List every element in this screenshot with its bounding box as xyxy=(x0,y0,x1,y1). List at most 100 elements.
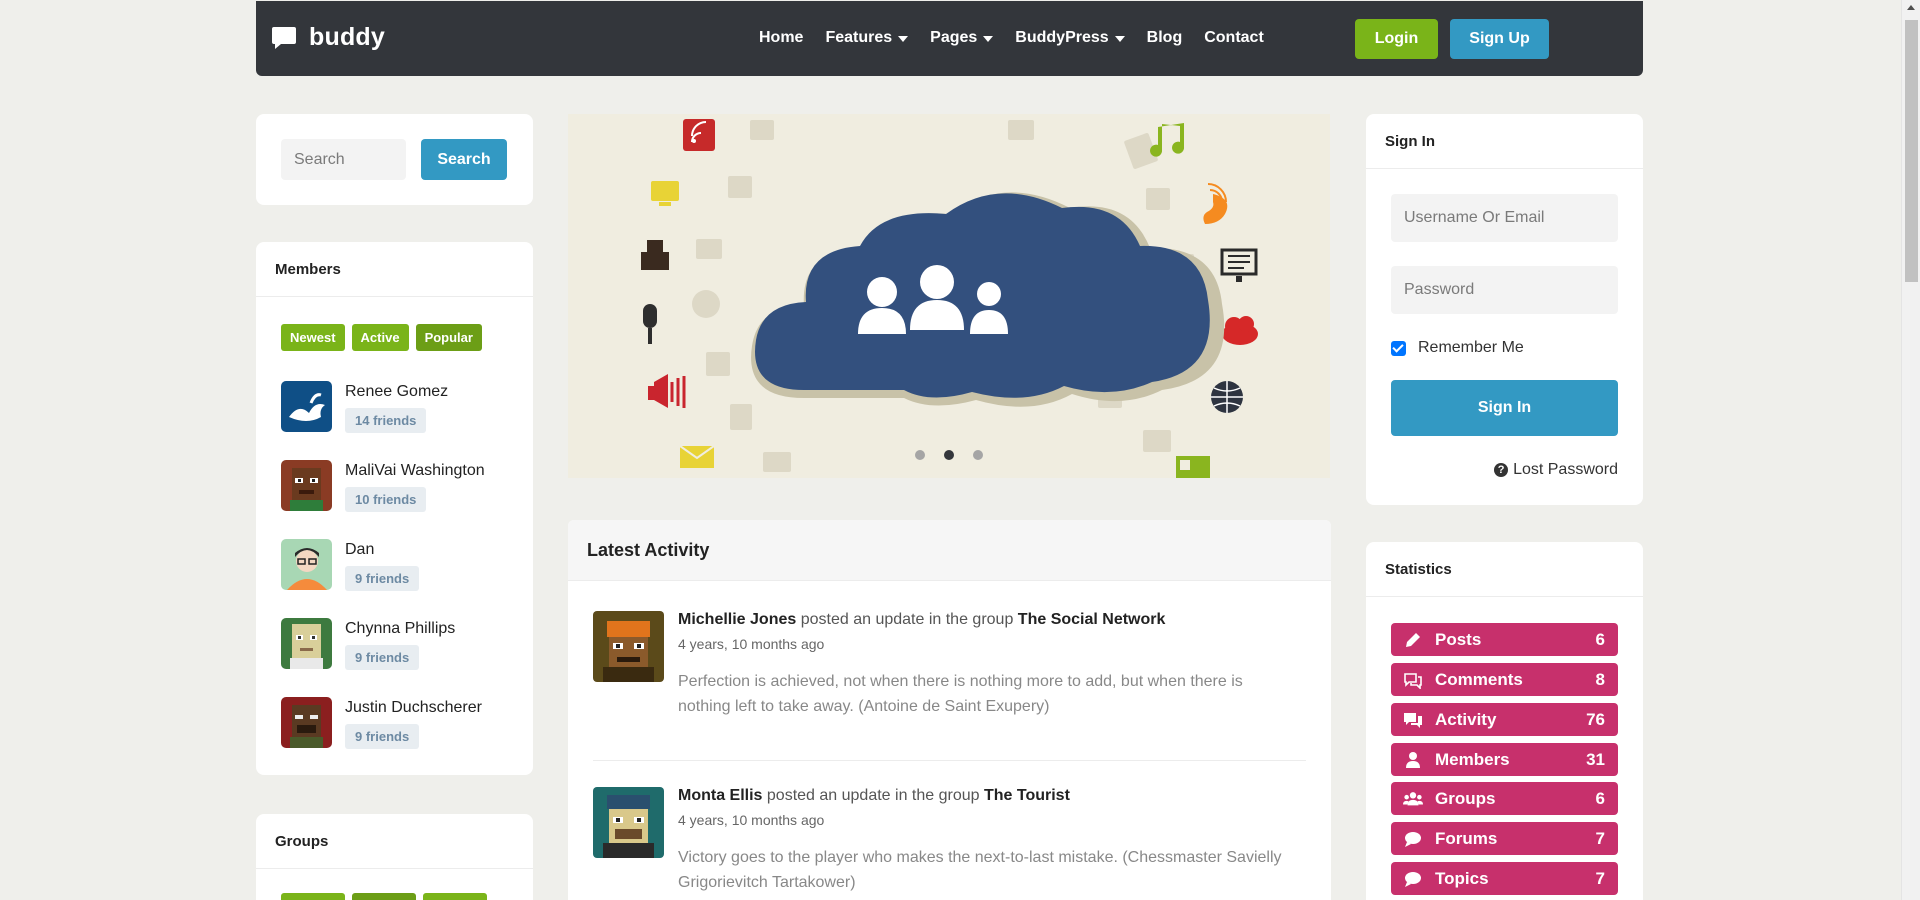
stat-posts[interactable]: Posts 6 xyxy=(1391,623,1618,656)
stat-count: 31 xyxy=(1586,749,1605,769)
remember-checkbox[interactable] xyxy=(1391,340,1406,356)
comment-icon xyxy=(1403,869,1423,889)
lost-password-label: Lost Password xyxy=(1513,461,1618,478)
search-widget: Search Search xyxy=(256,114,533,205)
avatar[interactable] xyxy=(281,539,332,590)
hero-slider[interactable] xyxy=(568,114,1330,478)
stat-count: 6 xyxy=(1595,788,1605,808)
stat-count: 8 xyxy=(1595,669,1605,689)
remember-me[interactable]: Remember Me xyxy=(1391,339,1524,357)
activity-user-link[interactable]: Michellie Jones xyxy=(678,611,796,628)
password-field[interactable]: Password xyxy=(1391,266,1618,314)
avatar[interactable] xyxy=(593,787,664,858)
scrollbar-thumb[interactable] xyxy=(1905,20,1918,282)
activity-action: posted an update in the group xyxy=(800,611,1014,628)
groups-widget: Groups xyxy=(256,814,533,900)
nav-buddypress[interactable]: BuddyPress xyxy=(1015,29,1125,47)
statistics-widget: Statistics Posts 6 Comments 8 Activity 7… xyxy=(1366,542,1643,900)
activity-item: Michellie Jones posted an update in the … xyxy=(593,611,1308,719)
signin-widget: Sign In Username Or Email Password Remem… xyxy=(1366,114,1643,505)
avatar[interactable] xyxy=(281,460,332,511)
search-input[interactable]: Search xyxy=(281,139,406,180)
members-title: Members xyxy=(256,242,533,297)
login-button[interactable]: Login xyxy=(1355,19,1438,59)
groups-title: Groups xyxy=(256,814,533,869)
page-scrollbar[interactable] xyxy=(1901,0,1920,900)
activity-title: Latest Activity xyxy=(568,520,1331,581)
nav-label: Contact xyxy=(1204,29,1264,46)
stat-comments[interactable]: Comments 8 xyxy=(1391,663,1618,696)
members-widget: Members Newest Active Popular Renee Gome… xyxy=(256,242,533,775)
member-item: Dan 9 friends xyxy=(281,539,420,591)
signup-button[interactable]: Sign Up xyxy=(1450,19,1549,59)
friends-count: 14 friends xyxy=(345,408,427,433)
caret-down-icon xyxy=(1114,36,1125,42)
activity-item: Monta Ellis posted an update in the grou… xyxy=(593,787,1308,895)
member-name[interactable]: Justin Duchscherer xyxy=(345,699,482,717)
caret-down-icon xyxy=(983,36,994,42)
groups-tab[interactable] xyxy=(281,893,345,900)
divider xyxy=(593,760,1306,761)
activity-content: Victory goes to the player who makes the… xyxy=(678,849,1282,891)
nav-label: Blog xyxy=(1146,29,1183,46)
search-button[interactable]: Search xyxy=(421,139,507,180)
nav-pages[interactable]: Pages xyxy=(930,29,994,47)
stat-groups[interactable]: Groups 6 xyxy=(1391,782,1618,815)
username-field[interactable]: Username Or Email xyxy=(1391,194,1618,242)
social-cloud-illustration xyxy=(568,114,1330,478)
slider-dot[interactable] xyxy=(971,448,985,462)
nav-home[interactable]: Home xyxy=(759,29,803,47)
site-header: buddy Home Features Pages BuddyPress Blo… xyxy=(256,1,1643,76)
member-name[interactable]: Chynna Phillips xyxy=(345,620,455,638)
activity-time[interactable]: 4 years, 10 months ago xyxy=(678,636,1298,652)
latest-activity: Latest Activity Michellie Jones posted a… xyxy=(568,520,1331,900)
nav-label: Home xyxy=(759,29,804,46)
nav-features[interactable]: Features xyxy=(825,29,909,47)
friends-count: 9 friends xyxy=(345,566,420,591)
stat-forums[interactable]: Forums 7 xyxy=(1391,822,1618,855)
tab-active[interactable]: Active xyxy=(351,324,409,351)
member-item: MaliVai Washington 10 friends xyxy=(281,460,485,512)
activity-summary: Monta Ellis posted an update in the grou… xyxy=(678,787,1298,805)
stat-label: Forums xyxy=(1435,828,1498,848)
slider-dot[interactable] xyxy=(942,448,956,462)
member-name[interactable]: Dan xyxy=(345,541,419,559)
activity-time[interactable]: 4 years, 10 months ago xyxy=(678,812,1298,828)
friends-count: 10 friends xyxy=(345,487,427,512)
stat-topics[interactable]: Topics 7 xyxy=(1391,862,1618,895)
member-name[interactable]: Renee Gomez xyxy=(345,383,448,401)
avatar[interactable] xyxy=(281,618,332,669)
lost-password-link[interactable]: ? Lost Password xyxy=(1494,461,1618,479)
avatar[interactable] xyxy=(281,697,332,748)
tab-newest[interactable]: Newest xyxy=(281,324,345,351)
nav-blog[interactable]: Blog xyxy=(1147,29,1183,47)
signin-button[interactable]: Sign In xyxy=(1391,380,1618,436)
activity-group-link[interactable]: The Tourist xyxy=(984,787,1070,804)
avatar[interactable] xyxy=(281,381,332,432)
member-item: Justin Duchscherer 9 friends xyxy=(281,697,482,749)
activity-group-link[interactable]: The Social Network xyxy=(1018,611,1166,628)
stat-label: Activity xyxy=(1435,709,1497,729)
groups-tab[interactable] xyxy=(352,893,416,900)
slider-dots xyxy=(913,448,1000,462)
nav-label: Pages xyxy=(930,29,978,46)
comment-icon xyxy=(1403,829,1423,849)
stat-label: Groups xyxy=(1435,788,1496,808)
slider-dot[interactable] xyxy=(913,448,927,462)
tab-popular[interactable]: Popular xyxy=(415,324,482,351)
nav-contact[interactable]: Contact xyxy=(1204,29,1264,47)
scroll-up-arrow-icon[interactable] xyxy=(1907,5,1915,10)
stat-count: 76 xyxy=(1586,709,1605,729)
member-item: Renee Gomez 14 friends xyxy=(281,381,448,433)
user-icon xyxy=(1403,750,1423,770)
avatar[interactable] xyxy=(593,611,664,682)
activity-user-link[interactable]: Monta Ellis xyxy=(678,787,762,804)
speech-bubble-icon xyxy=(272,26,296,49)
stat-label: Members xyxy=(1435,749,1510,769)
stat-activity[interactable]: Activity 76 xyxy=(1391,703,1618,736)
activity-icon xyxy=(1403,710,1423,730)
groups-tab[interactable] xyxy=(423,893,487,900)
stat-members[interactable]: Members 31 xyxy=(1391,743,1618,776)
site-logo[interactable]: buddy xyxy=(271,23,385,52)
member-name[interactable]: MaliVai Washington xyxy=(345,462,485,480)
